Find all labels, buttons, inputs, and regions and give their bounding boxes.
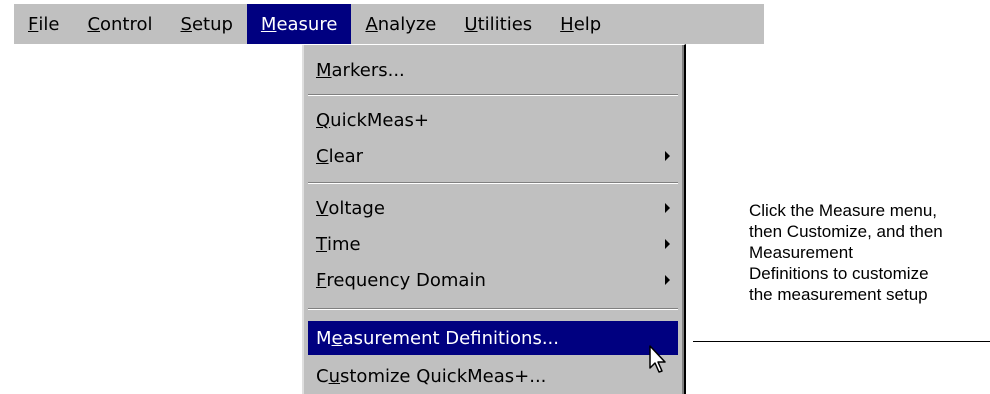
- menu-separator: [308, 94, 678, 96]
- menu-item-quickmeas-label: uickMeas+: [330, 109, 429, 131]
- menu-item-customize-quickmeas-mnemonic: u: [328, 365, 340, 387]
- menu-control-mnemonic: C: [87, 13, 101, 35]
- menu-item-customize-quickmeas-pre: C: [316, 365, 329, 387]
- menu-file-mnemonic: F: [28, 13, 39, 35]
- menu-bar: File Control Setup Measure Analyze Utili…: [14, 4, 764, 44]
- annotation-line: then Customize, and then: [749, 222, 943, 241]
- menu-file[interactable]: File: [14, 4, 73, 44]
- menu-item-measurement-definitions-mnemonic: e: [331, 327, 343, 349]
- menu-item-time-mnemonic: T: [316, 233, 327, 255]
- menu-item-clear-mnemonic: C: [316, 145, 329, 167]
- submenu-arrow-icon: [665, 275, 670, 285]
- arrow-pointer-icon: [649, 345, 666, 373]
- menu-help-mnemonic: H: [560, 13, 574, 35]
- menu-setup[interactable]: Setup: [167, 4, 247, 44]
- menu-utilities-label: tilities: [477, 13, 533, 35]
- menu-setup-label: etup: [191, 13, 233, 35]
- menu-item-quickmeas[interactable]: QuickMeas+: [308, 103, 678, 137]
- submenu-arrow-icon: [665, 203, 670, 213]
- annotation-line: Click the Measure menu,: [749, 201, 938, 220]
- menu-item-voltage-mnemonic: V: [316, 197, 329, 219]
- menu-file-label: ile: [38, 13, 60, 35]
- menu-item-frequency-domain-mnemonic: F: [316, 269, 327, 291]
- menu-item-measurement-definitions-label: asurement Definitions...: [342, 327, 560, 349]
- menu-utilities[interactable]: Utilities: [450, 4, 546, 44]
- menu-item-measurement-definitions[interactable]: Me asurement Definitions...: [308, 321, 678, 355]
- menu-item-markers-label: arkers...: [331, 59, 405, 81]
- menu-item-customize-quickmeas-label: stomize QuickMeas+...: [340, 365, 547, 387]
- menu-analyze[interactable]: Analyze: [351, 4, 450, 44]
- menu-item-markers[interactable]: Markers...: [308, 53, 678, 87]
- menu-item-voltage[interactable]: Voltage: [308, 191, 678, 225]
- menu-item-frequency-domain[interactable]: Frequency Domain: [308, 263, 678, 297]
- menu-item-time-label: ime: [327, 233, 361, 255]
- menu-item-markers-mnemonic: M: [316, 59, 332, 81]
- menu-item-voltage-label: oltage: [328, 197, 385, 219]
- menu-analyze-mnemonic: A: [365, 13, 378, 35]
- menu-help-label: elp: [573, 13, 602, 35]
- measure-dropdown-menu: Markers... QuickMeas+ Clear Voltage Time…: [300, 44, 686, 394]
- menu-item-time[interactable]: Time: [308, 227, 678, 261]
- annotation-text: Click the Measure menu, then Customize, …: [749, 200, 989, 305]
- menu-item-customize-quickmeas[interactable]: Cu stomize QuickMeas+...: [308, 359, 678, 393]
- annotation-line: the measurement setup: [749, 285, 928, 304]
- annotation-line: Definitions to customize: [749, 264, 929, 283]
- menu-measure-label: easure: [276, 13, 338, 35]
- menu-control[interactable]: Control: [73, 4, 166, 44]
- callout-line: [693, 341, 990, 342]
- menu-measure-mnemonic: M: [260, 13, 277, 35]
- submenu-arrow-icon: [665, 151, 670, 161]
- menu-separator: [308, 182, 678, 184]
- menu-separator: [308, 308, 678, 310]
- menu-help[interactable]: Help: [546, 4, 615, 44]
- menu-item-quickmeas-mnemonic: Q: [316, 109, 331, 131]
- submenu-arrow-icon: [665, 239, 670, 249]
- menu-item-frequency-domain-label: requency Domain: [326, 269, 486, 291]
- menu-measure[interactable]: Measure: [246, 4, 352, 44]
- menu-utilities-mnemonic: U: [464, 13, 478, 35]
- menu-control-label: ontrol: [100, 13, 153, 35]
- menu-item-clear-label: lear: [328, 145, 364, 167]
- menu-item-measurement-definitions-pre: M: [316, 327, 332, 349]
- annotation-line: Measurement: [749, 243, 853, 262]
- menu-analyze-label: nalyze: [377, 13, 437, 35]
- menu-item-clear[interactable]: Clear: [308, 139, 678, 173]
- menu-setup-mnemonic: S: [180, 13, 192, 35]
